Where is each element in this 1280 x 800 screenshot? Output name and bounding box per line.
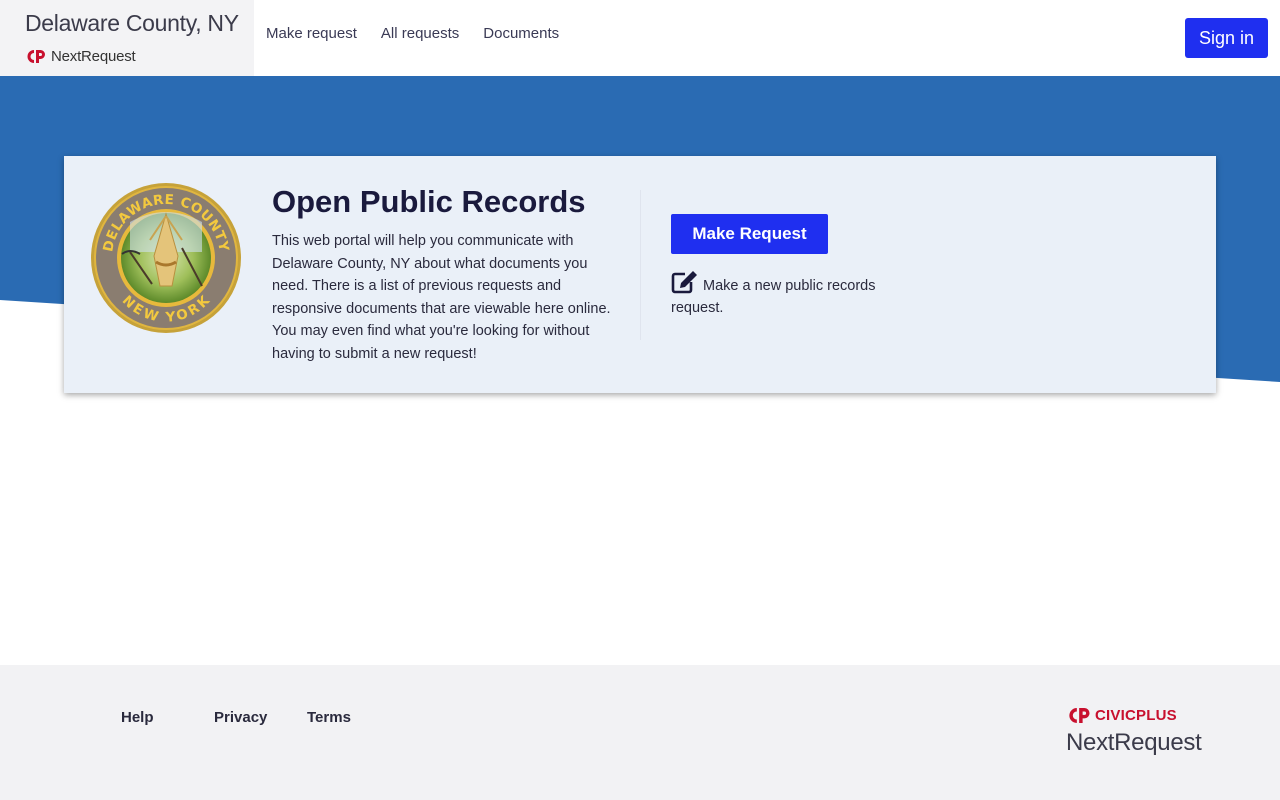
civicplus-mark-icon <box>1069 708 1090 723</box>
footer-link-help[interactable]: Help <box>121 709 214 726</box>
card-divider <box>640 190 641 340</box>
site-footer: Help Privacy Terms CIVICPLUS NextRequest <box>0 665 1280 800</box>
nextrequest-logo: NextRequest <box>25 48 136 65</box>
footer-link-terms[interactable]: Terms <box>307 709 351 726</box>
footer-product-name: NextRequest <box>1066 729 1202 756</box>
make-request-hint: Make a new public records request. <box>671 270 911 319</box>
site-header: Delaware County, NY NextRequest Make req… <box>0 0 1280 76</box>
civicplus-logo: CIVICPLUS <box>1066 707 1177 724</box>
agency-name[interactable]: Delaware County, NY <box>25 10 239 37</box>
nextrequest-logo-text: NextRequest <box>51 48 136 65</box>
nav-all-requests[interactable]: All requests <box>381 25 459 42</box>
portal-description: This web portal will help you communicat… <box>272 233 611 362</box>
page-title: Open Public Records <box>272 184 586 219</box>
brand-area[interactable]: Delaware County, NY NextRequest <box>0 0 254 76</box>
main-nav: Make request All requests Documents <box>266 25 559 42</box>
sign-in-button[interactable]: Sign in <box>1185 18 1268 58</box>
nav-documents[interactable]: Documents <box>483 25 559 42</box>
civicplus-mark-icon <box>27 50 45 63</box>
footer-link-privacy[interactable]: Privacy <box>214 709 307 726</box>
make-request-hint-text: Make a new public records request. <box>671 278 876 316</box>
county-seal: DELAWARE COUNTY NEW YORK <box>91 183 241 333</box>
nav-make-request[interactable]: Make request <box>266 25 357 42</box>
civicplus-wordmark: CIVICPLUS <box>1095 707 1177 724</box>
footer-links: Help Privacy Terms <box>121 709 351 726</box>
intro-card: DELAWARE COUNTY NEW YORK Open Public Rec… <box>64 156 1216 393</box>
make-request-button[interactable]: Make Request <box>671 214 828 254</box>
edit-icon <box>671 271 697 294</box>
